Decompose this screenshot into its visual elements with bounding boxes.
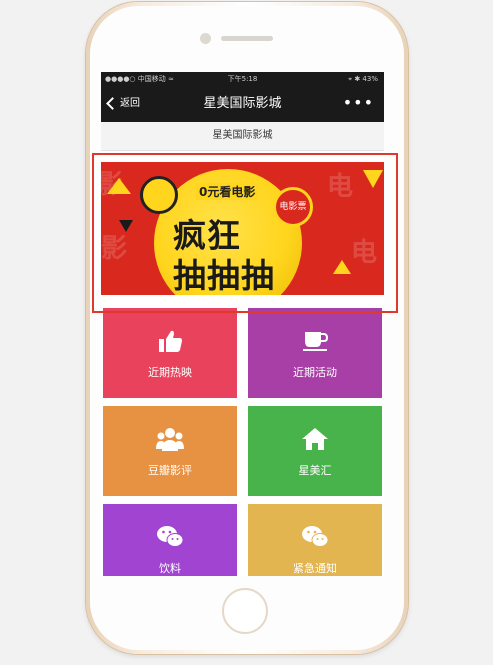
home-icon <box>302 428 328 450</box>
tile-label: 饮料 <box>159 562 181 575</box>
tile-urgent-notice[interactable]: 紧急通知 <box>248 504 382 576</box>
page-title: 星美国际影城 <box>203 96 282 111</box>
mockup-frame: ●●●●○ 中国移动 ≈ 下午5:18 ⌖ ✱ 43% 返回 星美国际影城 ••… <box>0 0 493 665</box>
earpiece-speaker <box>221 36 273 41</box>
status-bar: ●●●●○ 中国移动 ≈ 下午5:18 ⌖ ✱ 43% <box>101 72 384 86</box>
coffee-cup-icon <box>303 332 329 351</box>
tile-label: 豆瓣影评 <box>148 464 192 477</box>
battery-status: ⌖ ✱ 43% <box>348 75 378 83</box>
thumbs-up-icon <box>159 330 182 352</box>
tile-label: 紧急通知 <box>293 562 337 575</box>
nav-bar: 返回 星美国际影城 ••• <box>101 86 384 122</box>
tile-label: 近期热映 <box>148 366 192 379</box>
tile-drinks[interactable]: 饮料 <box>103 504 237 576</box>
tile-recent-showing[interactable]: 近期热映 <box>103 308 237 398</box>
home-button[interactable] <box>222 588 268 634</box>
tile-douban-reviews[interactable]: 豆瓣影评 <box>103 406 237 496</box>
wechat-icon <box>157 526 184 547</box>
banner-highlight-box <box>92 153 398 313</box>
tile-recent-events[interactable]: 近期活动 <box>248 308 382 398</box>
status-time: 下午5:18 <box>227 75 258 83</box>
phone-screen: ●●●●○ 中国移动 ≈ 下午5:18 ⌖ ✱ 43% 返回 星美国际影城 ••… <box>101 72 384 576</box>
group-icon <box>156 428 184 451</box>
venue-subheader: 星美国际影城 <box>101 122 384 151</box>
tile-xingmei-hui[interactable]: 星美汇 <box>248 406 382 496</box>
more-menu-button[interactable]: ••• <box>343 86 374 120</box>
tile-label: 近期活动 <box>293 366 337 379</box>
tile-label: 星美汇 <box>298 464 332 477</box>
wechat-icon <box>302 526 329 547</box>
front-camera <box>200 33 211 44</box>
